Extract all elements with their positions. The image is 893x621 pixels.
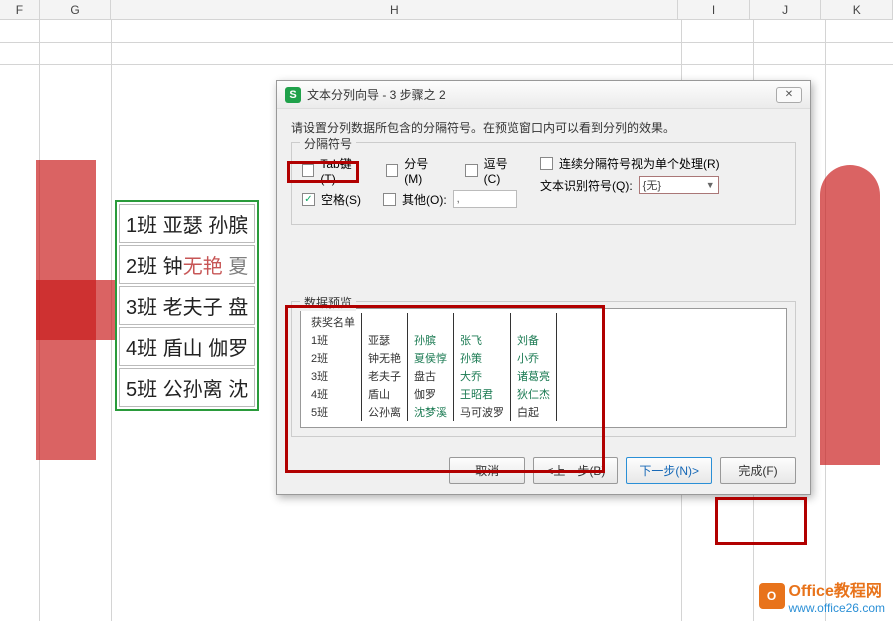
close-icon[interactable]: ✕	[776, 87, 802, 103]
label-consecutive: 连续分隔符号视为单个处理(R)	[559, 155, 720, 172]
column-headers: F G H I J K	[0, 0, 893, 20]
col-g[interactable]: G	[40, 0, 112, 19]
col-k[interactable]: K	[821, 0, 893, 19]
dialog-title: 文本分列向导 - 3 步骤之 2	[307, 86, 770, 103]
cell-range[interactable]: 1班 亚瑟 孙膑 2班 钟无艳 夏 3班 老夫子 盘 4班 盾山 伽罗 5班 公…	[115, 200, 259, 411]
checkbox-semicolon[interactable]	[386, 164, 398, 177]
finish-button[interactable]: 完成(F)	[720, 457, 796, 484]
qualifier-value: {无}	[643, 177, 661, 193]
app-icon: S	[285, 87, 301, 103]
cell-tail: 夏	[228, 256, 248, 278]
cancel-button[interactable]: 取消	[449, 457, 525, 484]
back-button[interactable]: <上一步(B)	[533, 457, 618, 484]
col-i[interactable]: I	[678, 0, 750, 19]
ph: 获奖名单	[305, 313, 362, 331]
cell: 3班 老夫子	[126, 297, 228, 319]
cell: 5班 公孙离	[126, 379, 228, 401]
checkbox-consecutive[interactable]	[540, 157, 553, 170]
label-space: 空格(S)	[321, 191, 361, 208]
preview-box[interactable]: 获奖名单 1班亚瑟孙膑张飞刘备 2班钟无艳夏侯惇孙策小乔 3班老夫子盘古大乔诸葛…	[300, 308, 787, 428]
col-h[interactable]: H	[111, 0, 678, 19]
cell-tail: 沈	[228, 379, 248, 401]
checkbox-comma[interactable]	[465, 164, 477, 177]
label-tab: Tab键(T)	[320, 155, 364, 186]
delimiter-legend: 分隔符号	[300, 135, 356, 152]
text-to-columns-dialog: S 文本分列向导 - 3 步骤之 2 ✕ 请设置分列数据所包含的分隔符号。在预览…	[276, 80, 811, 495]
watermark: O Office教程网 www.office26.com	[759, 577, 886, 615]
cell-tail: 罗	[228, 338, 248, 360]
dialog-buttons: 取消 <上一步(B) 下一步(N)> 完成(F)	[277, 447, 810, 494]
brand-icon: O	[759, 583, 785, 609]
next-button[interactable]: 下一步(N)>	[626, 457, 712, 484]
brand-url: www.office26.com	[789, 601, 886, 615]
cell-faded: 无艳	[183, 256, 229, 278]
chevron-down-icon: ▼	[706, 180, 715, 190]
label-qualifier: 文本识别符号(Q):	[540, 177, 633, 194]
other-input[interactable]	[453, 190, 517, 208]
preview-legend: 数据预览	[300, 294, 356, 311]
cell: 4班 盾山 伽	[126, 338, 228, 360]
delimiter-fieldset: 分隔符号 Tab键(T) 分号(M) 逗号(C)	[291, 142, 796, 225]
checkbox-tab[interactable]	[302, 164, 314, 177]
checkbox-other[interactable]	[383, 193, 396, 206]
preview-fieldset: 数据预览 获奖名单 1班亚瑟孙膑张飞刘备 2班钟无艳夏侯惇孙策小乔 3班老夫子盘…	[291, 301, 796, 437]
cell: 2班 钟	[126, 256, 183, 278]
col-j[interactable]: J	[750, 0, 822, 19]
preview-table: 获奖名单 1班亚瑟孙膑张飞刘备 2班钟无艳夏侯惇孙策小乔 3班老夫子盘古大乔诸葛…	[305, 313, 557, 421]
qualifier-combo[interactable]: {无} ▼	[639, 176, 719, 194]
col-f[interactable]: F	[0, 0, 40, 19]
label-other: 其他(O):	[402, 191, 447, 208]
label-comma: 逗号(C)	[484, 155, 522, 186]
cell-tail: 盘	[228, 297, 248, 319]
brand-name: Office教程网	[789, 577, 886, 601]
dialog-titlebar[interactable]: S 文本分列向导 - 3 步骤之 2 ✕	[277, 81, 810, 109]
label-semicolon: 分号(M)	[404, 155, 444, 186]
cell-tail: 膑	[228, 215, 248, 237]
cell: 1班 亚瑟 孙	[126, 215, 228, 237]
checkbox-space[interactable]	[302, 193, 315, 206]
dialog-description: 请设置分列数据所包含的分隔符号。在预览窗口内可以看到分列的效果。	[291, 119, 796, 136]
